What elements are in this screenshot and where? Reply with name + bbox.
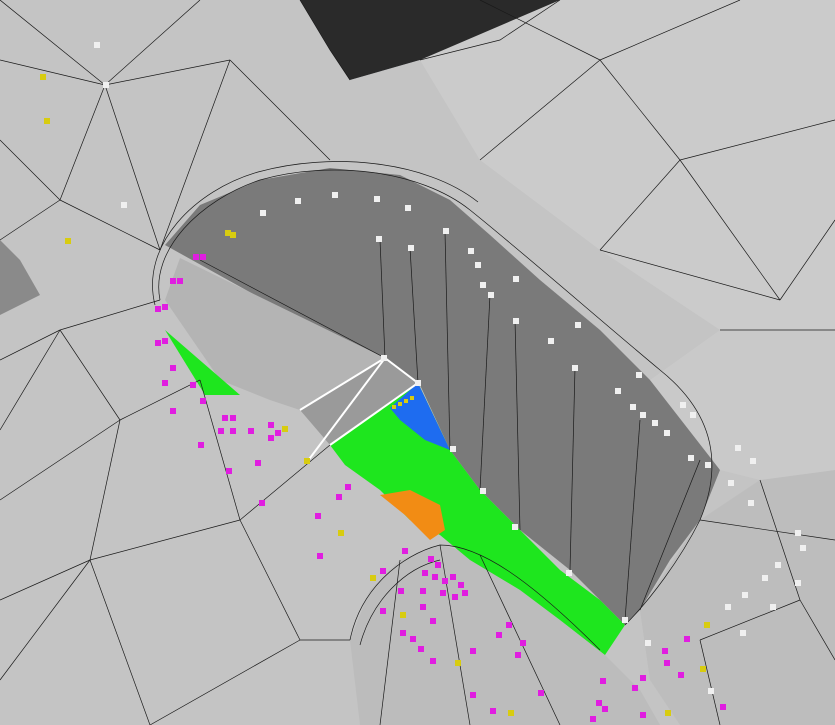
mesh-canvas[interactable] [0, 0, 835, 725]
3d-viewport[interactable] [0, 0, 835, 725]
